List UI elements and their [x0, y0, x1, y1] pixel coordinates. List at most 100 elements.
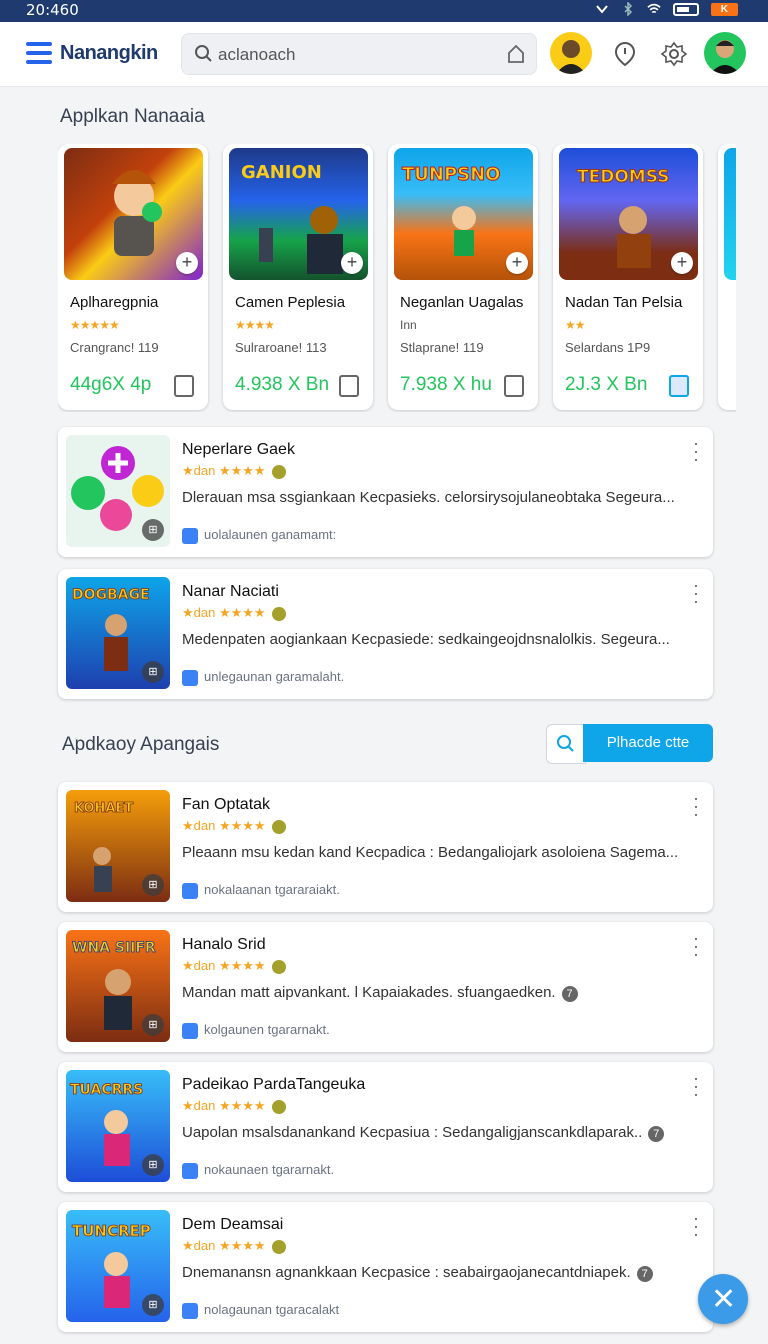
app-title: Fan Optatak: [182, 796, 271, 813]
chevron-down-icon: [595, 5, 608, 14]
controller-icon: ⊞: [142, 661, 164, 683]
featured-section-title: Applkan Nanaaia: [60, 106, 205, 127]
avatar[interactable]: [550, 32, 592, 74]
list-item[interactable]: TUACRRS ⊞ Padeikao PardaTangeuka ★dan ★★…: [58, 1062, 713, 1192]
search-icon: [557, 735, 574, 752]
battery-icon: [672, 2, 699, 16]
game-rating: ★★★★: [235, 318, 275, 332]
app-rating: ★dan ★★★★: [182, 958, 286, 974]
tag-icon: [182, 1162, 198, 1179]
tag-icon: [182, 669, 198, 686]
game-subtitle: Stlaprane! 119: [400, 340, 484, 355]
close-fab-button[interactable]: ✕: [698, 1274, 748, 1324]
app-thumbnail: DOGBAGE ⊞: [66, 577, 170, 689]
status-time: 20:460: [26, 1, 79, 19]
bookmark-icon[interactable]: [669, 375, 689, 397]
tag-icon: [182, 1302, 198, 1319]
svg-text:TUACRRS: TUACRRS: [70, 1082, 143, 1098]
add-icon[interactable]: +: [506, 252, 528, 274]
verified-icon: [271, 464, 286, 479]
filter-button[interactable]: Plhacde ctte: [583, 724, 713, 762]
more-options-icon[interactable]: · · ·: [693, 434, 699, 468]
list-item[interactable]: WNA SIIFR ⊞ Hanalo Srid ★dan ★★★★ Mandan…: [58, 922, 713, 1052]
game-price: 44g6X 4p: [70, 374, 152, 395]
home-icon[interactable]: [506, 43, 526, 65]
list-item[interactable]: DOGBAGE ⊞ Nanar Naciati ★dan ★★★★ Medenp…: [58, 569, 713, 699]
more-options-icon[interactable]: · · ·: [693, 576, 699, 610]
more-options-icon[interactable]: · · ·: [693, 1069, 699, 1103]
app-title: Dem Deamsai: [182, 1216, 284, 1233]
game-card[interactable]: GANION + Camen Peplesia ★★★★ Sulraroane!…: [223, 144, 373, 410]
wifi-icon: [647, 3, 661, 14]
app-thumbnail: WNA SIIFR ⊞: [66, 930, 170, 1042]
status-badge: K: [710, 2, 738, 16]
controller-icon: ⊞: [142, 874, 164, 896]
location-icon[interactable]: [612, 40, 638, 68]
add-icon[interactable]: +: [341, 252, 363, 274]
app-rating: ★dan ★★★★: [182, 605, 286, 621]
game-card[interactable]: + Aplharegpnia ★★★★★ Crangranc! 119 44g6…: [58, 144, 208, 410]
game-card[interactable]: TUNPSNO + Neganlan Uagalas Inn Stlaprane…: [388, 144, 538, 410]
app-tag: kolgaunen tgararnakt.: [182, 1022, 330, 1039]
game-rating: ★★: [565, 318, 585, 332]
game-subtitle: Selardans 1P9: [565, 340, 651, 355]
filter-search-button[interactable]: [546, 724, 586, 764]
search-input[interactable]: aclanoach: [181, 33, 537, 75]
featured-carousel[interactable]: + Aplharegpnia ★★★★★ Crangranc! 119 44g6…: [58, 144, 736, 412]
game-card[interactable]: TEDOMSS + Nadan Tan Pelsia ★★ Selardans …: [553, 144, 703, 410]
verified-icon: [271, 606, 286, 621]
svg-text:GANION: GANION: [241, 162, 322, 183]
svg-text:TUNPSNO: TUNPSNO: [402, 164, 500, 185]
tag-icon: [182, 1022, 198, 1039]
app-title: Nanar Naciati: [182, 583, 279, 600]
menu-icon[interactable]: [26, 42, 52, 66]
app-description: Pleaann msu kedan kand Kecpadica : Bedan…: [182, 844, 679, 861]
controller-icon: ⊞: [142, 1154, 164, 1176]
app-rating: ★dan ★★★★: [182, 1238, 286, 1254]
add-icon[interactable]: +: [176, 252, 198, 274]
app-thumbnail: KOHAET ⊞: [66, 790, 170, 902]
app-bar: Nanangkin aclanoach: [0, 22, 768, 87]
app-description: Dnemanansn agnankkaan Kecpasice : seabai…: [182, 1264, 682, 1282]
game-subtitle: Crangranc! 119: [70, 340, 159, 355]
app-description: Dlerauan msa ssgiankaan Kecpasieks. celo…: [182, 489, 675, 506]
controller-icon: ⊞: [142, 1294, 164, 1316]
more-options-icon[interactable]: · · ·: [693, 789, 699, 823]
info-badge: 7: [636, 1266, 653, 1282]
app-title: Hanalo Srid: [182, 936, 266, 953]
game-name: Camen Peplesia: [235, 294, 346, 311]
search-icon: [195, 45, 212, 62]
bookmark-icon[interactable]: [504, 375, 524, 397]
app-description: Uapolan msalsdanankand Kecpasiua : Sedan…: [182, 1124, 682, 1142]
app-description: Mandan matt aipvankant. l Kapaiakades. s…: [182, 984, 682, 1002]
app-tag: nokaunaen tgararnakt.: [182, 1162, 334, 1179]
game-price: 4.938 X Bn: [235, 374, 330, 395]
close-icon: ✕: [711, 1282, 737, 1317]
app-title: Nanangkin: [60, 42, 158, 64]
search-placeholder: aclanoach: [218, 45, 296, 64]
info-badge: 7: [648, 1126, 665, 1142]
game-name: Nadan Tan Pelsia: [565, 294, 683, 311]
app-description: Medenpaten aogiankaan Kecpasiede: sedkai…: [182, 631, 670, 648]
svg-text:DOGBAGE: DOGBAGE: [72, 587, 150, 603]
app-tag: unlegaunan garamalaht.: [182, 669, 344, 686]
verified-icon: [271, 1239, 286, 1254]
game-card-partial[interactable]: [718, 144, 736, 410]
list-item[interactable]: TUNCREP ⊞ Dem Deamsai ★dan ★★★★ Dnemanan…: [58, 1202, 713, 1332]
list-item[interactable]: KOHAET ⊞ Fan Optatak ★dan ★★★★ Pleaann m…: [58, 782, 713, 912]
verified-icon: [271, 1099, 286, 1114]
game-art: [724, 148, 736, 280]
app-tag: uolalaunen ganamamt:: [182, 527, 336, 544]
bookmark-icon[interactable]: [339, 375, 359, 397]
profile-avatar[interactable]: [704, 32, 746, 74]
bookmark-icon[interactable]: [174, 375, 194, 397]
add-icon[interactable]: +: [671, 252, 693, 274]
more-options-icon[interactable]: · · ·: [693, 1209, 699, 1243]
game-name: Aplharegpnia: [70, 294, 159, 311]
tag-icon: [182, 882, 198, 899]
more-options-icon[interactable]: · · ·: [693, 929, 699, 963]
list-item[interactable]: ⊞ Neperlare Gaek ★dan ★★★★ Dlerauan msa …: [58, 427, 713, 557]
list-section-title: Apdkaoy Apangais: [62, 734, 220, 755]
settings-icon[interactable]: [660, 40, 688, 68]
svg-text:KOHAET: KOHAET: [74, 801, 133, 816]
